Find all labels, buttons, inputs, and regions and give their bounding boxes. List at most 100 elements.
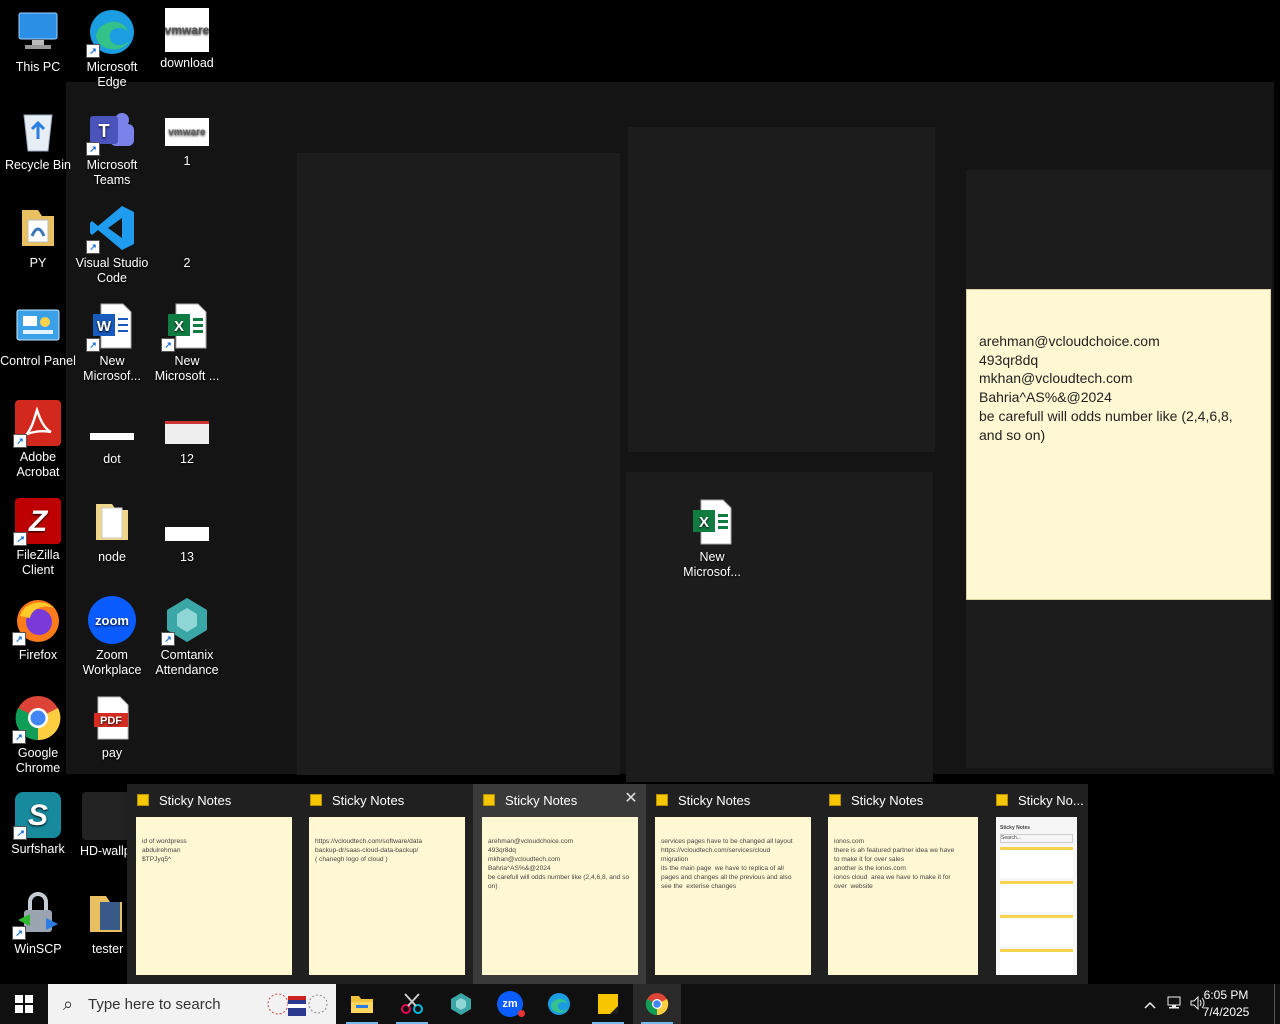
preview-list-body: Sticky Notes Search...	[996, 817, 1077, 975]
preview-line: ionos cloud area we have to make it for	[834, 874, 951, 881]
word-document-icon: W ↗	[86, 302, 136, 352]
preview-thumbnail[interactable]: Sticky Notes id of wordpress abdulrehman…	[127, 784, 300, 984]
desktop-icon-label: dot	[103, 452, 121, 466]
shortcut-arrow-icon: ↗	[12, 632, 26, 646]
show-desktop-button[interactable]	[1274, 984, 1280, 1024]
taskbar-comtanix[interactable]	[437, 984, 485, 1024]
sticky-note-line[interactable]: be carefull will odds number like (2,4,6…	[979, 407, 1258, 444]
desktop-icon-label: tester	[92, 942, 124, 956]
desktop-icon-hd-wallpaper[interactable]: HD-wallp	[74, 792, 134, 859]
desktop-icon-tester[interactable]: tester	[74, 890, 134, 957]
taskbar-edge[interactable]	[535, 984, 583, 1024]
chevron-up-icon[interactable]	[1138, 996, 1162, 1012]
desktop-icon-teams[interactable]: T ↗ Microsoft Teams	[74, 106, 150, 188]
taskbar-sticky-notes[interactable]	[584, 984, 632, 1024]
preview-thumbnail[interactable]: Sticky Notes ionos.com there is ah featu…	[819, 784, 992, 984]
desktop-icon-winscp[interactable]: ↗ WinSCP	[0, 890, 76, 957]
shortcut-arrow-icon: ↗	[161, 338, 175, 352]
desktop-icon-firefox[interactable]: ↗ Firefox	[0, 596, 76, 663]
search-input[interactable]: Type here to search	[88, 996, 221, 1013]
desktop-icon-adobe[interactable]: ↗ Adobe Acrobat	[0, 400, 76, 480]
shortcut-arrow-icon: ↗	[13, 532, 27, 546]
desktop-icon-filezilla[interactable]: Z ↗ FileZilla Client	[0, 498, 76, 578]
sticky-notes-icon	[598, 994, 618, 1014]
taskbar-chrome[interactable]	[633, 984, 681, 1024]
desktop-icon-dot[interactable]: dot	[74, 400, 150, 467]
chrome-icon	[645, 993, 669, 1016]
desktop-icon-new-word[interactable]: W ↗ New Microsof...	[74, 302, 150, 384]
preview-thumbnail[interactable]: Sticky Notes https://vcloudtech.com/soft…	[300, 784, 473, 984]
clock[interactable]: 6:05 PM 7/4/2025	[1186, 987, 1266, 1021]
desktop-icon-13[interactable]: 13	[149, 498, 225, 565]
sticky-note-line[interactable]: Bahria^AS%&@2024	[979, 388, 1258, 407]
desktop-icon-label: WinSCP	[14, 942, 62, 956]
zoom-logo-text: zoom	[95, 612, 129, 628]
preview-line: be carefull will odds number like (2,4,6…	[488, 874, 631, 890]
preview-line: ( chanegh logo of cloud )	[315, 856, 388, 863]
desktop-icon-surfshark[interactable]: S ↗ Surfshark	[0, 792, 76, 857]
search-highlight-icon	[267, 993, 328, 1016]
desktop-icon-label: New Microsof...	[683, 550, 741, 579]
preview-line: another is the ionos.com	[834, 865, 906, 872]
note-list-item	[1000, 949, 1073, 975]
desktop-icon-recycle-bin[interactable]: Recycle Bin	[0, 106, 76, 173]
preview-line: arehman@vcloudchoice.com	[488, 838, 574, 845]
desktop-icon-pay[interactable]: PDF pay	[74, 694, 150, 761]
desktop-icon-label: This PC	[15, 60, 61, 74]
desktop-icon-new-excel-2[interactable]: X New Microsof...	[674, 498, 750, 580]
desktop-icon-py[interactable]: PY	[0, 204, 76, 271]
shortcut-arrow-icon: ↗	[12, 926, 26, 940]
desktop-icon-vscode[interactable]: ↗ Visual Studio Code	[74, 204, 150, 286]
close-icon[interactable]: ✕	[622, 790, 640, 808]
taskbar-file-explorer[interactable]	[338, 984, 386, 1024]
taskbar-snipping-tool[interactable]	[388, 984, 436, 1024]
desktop-icon-edge[interactable]: ↗ Microsoft Edge	[74, 8, 150, 90]
comtanix-icon: ↗	[161, 596, 211, 646]
desktop-icon-control-panel[interactable]: Control Panel	[0, 302, 76, 369]
desktop-icon-12[interactable]: 12	[149, 400, 225, 467]
sticky-note-line[interactable]: arehman@vcloudchoice.com	[979, 332, 1258, 351]
desktop-icon-node[interactable]: node	[74, 498, 150, 565]
preview-line: https://vcloudtech.com/services/cloud	[661, 847, 771, 854]
desktop-icon-label: HD-wallp	[80, 844, 131, 858]
zoom-badge-text: zm	[502, 998, 518, 1010]
desktop-icon-2[interactable]: 2	[149, 204, 225, 271]
sticky-notes-icon	[137, 794, 149, 806]
desktop-icon-this-pc[interactable]: This PC	[0, 8, 76, 75]
desktop-icon-download[interactable]: vmware download	[149, 8, 225, 71]
desktop-icon-zoom[interactable]: zoom Zoom Workplace	[74, 596, 150, 678]
desktop-icon-new-excel[interactable]: X ↗ New Microsoft ...	[149, 302, 225, 384]
preview-title: Sticky Notes	[159, 792, 232, 808]
shortcut-arrow-icon: ↗	[86, 240, 100, 254]
desktop-icon-label: 2	[183, 256, 191, 270]
preview-thumbnail[interactable]: Sticky Notes services pages have to be c…	[646, 784, 819, 984]
search-box[interactable]: ⌕ Type here to search	[48, 984, 336, 1024]
preview-note-body: arehman@vcloudchoice.com 493qr8dq mkhan@…	[482, 817, 638, 975]
sticky-notes-icon	[996, 794, 1008, 806]
desktop-icon-chrome[interactable]: ↗ Google Chrome	[0, 694, 76, 776]
start-button[interactable]	[0, 984, 48, 1024]
sticky-notes-icon	[483, 794, 495, 806]
note-list-item	[1000, 847, 1073, 878]
desktop-icon-label: pay	[101, 746, 123, 760]
taskbar-zoom[interactable]: zm	[486, 984, 534, 1024]
desktop-icon-label: Comtanix Attendance	[155, 648, 219, 677]
comtanix-icon	[451, 993, 471, 1015]
desktop-icon-1[interactable]: vmware 1	[149, 106, 225, 169]
preview-note-body: services pages have to be changed all la…	[655, 817, 811, 975]
network-icon[interactable]	[1162, 996, 1186, 1013]
winscp-icon: ↗	[12, 890, 62, 940]
preview-thumbnail-active[interactable]: Sticky Notes ✕ arehman@vcloudchoice.com …	[473, 784, 646, 984]
desktop-icon-label: Firefox	[18, 648, 58, 662]
preview-title: Sticky Notes	[851, 792, 924, 808]
folder-icon	[351, 996, 373, 1013]
preview-thumbnail[interactable]: Sticky No... Sticky Notes Search...	[992, 784, 1088, 984]
preview-line: ionos.com	[834, 838, 865, 845]
filezilla-icon: Z ↗	[13, 498, 61, 546]
sticky-note-window[interactable]: arehman@vcloudchoice.com 493qr8dq mkhan@…	[966, 289, 1271, 600]
preview-line: Bahria^AS%&@2024	[488, 865, 551, 872]
desktop-icon-comtanix[interactable]: ↗ Comtanix Attendance	[149, 596, 225, 678]
sticky-note-line[interactable]: mkhan@vcloudtech.com	[979, 369, 1258, 388]
desktop-icon-label: Adobe Acrobat	[16, 450, 60, 479]
sticky-note-line[interactable]: 493qr8dq	[979, 351, 1258, 370]
